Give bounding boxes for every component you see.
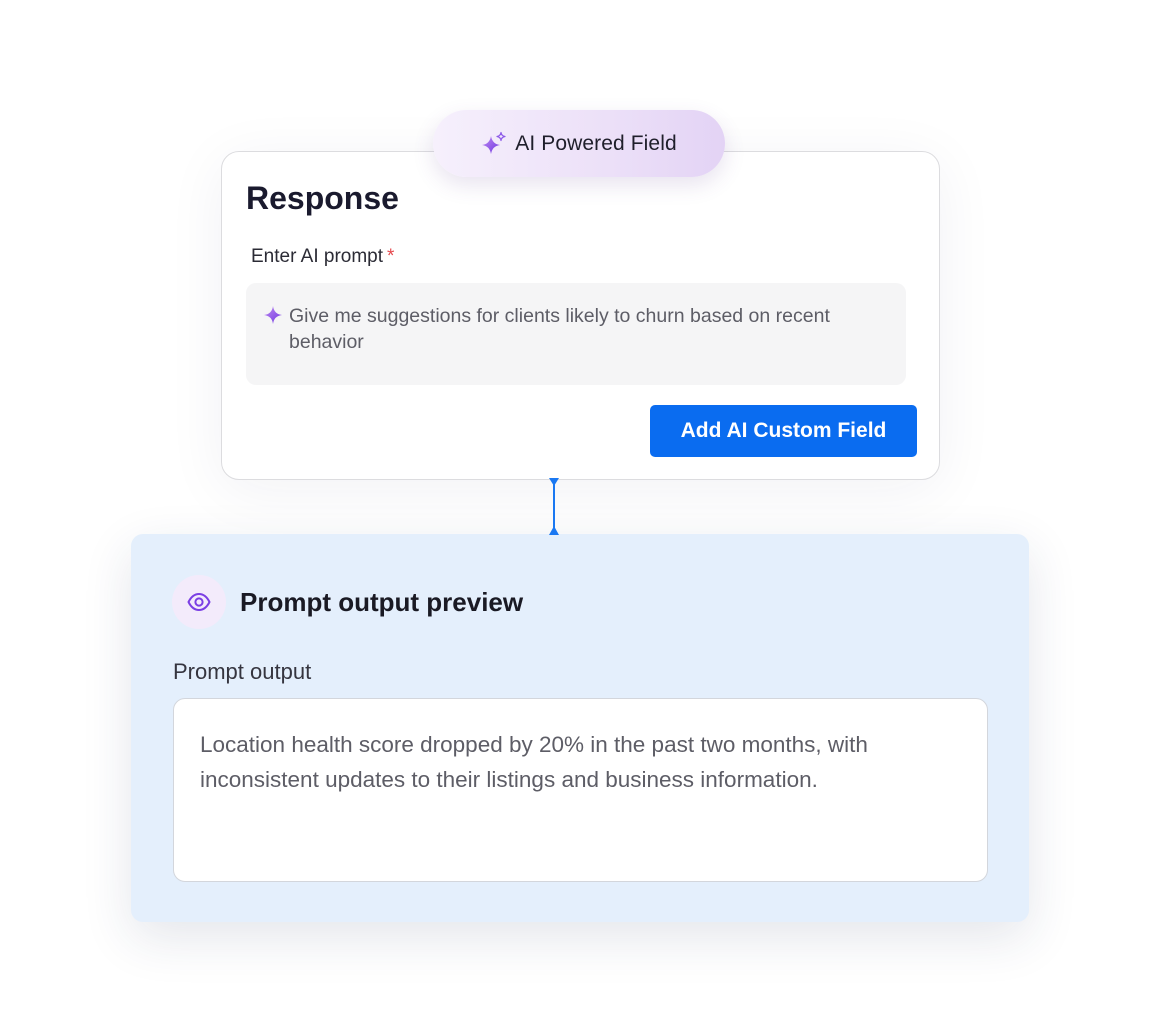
preview-icon-badge (172, 575, 226, 629)
add-ai-custom-field-button[interactable]: Add AI Custom Field (650, 405, 917, 457)
prompt-output-text: Location health score dropped by 20% in … (200, 732, 868, 792)
ai-powered-field-label: AI Powered Field (515, 131, 677, 155)
preview-title: Prompt output preview (240, 587, 524, 617)
sparkle-icon (264, 306, 282, 324)
sparkles-icon (482, 131, 506, 154)
response-title: Response (246, 180, 399, 216)
flow-connector (549, 478, 559, 535)
prompt-field-label: Enter AI prompt * (251, 246, 394, 268)
prompt-output-label: Prompt output (173, 659, 312, 684)
prompt-text: Give me suggestions for clients likely t… (289, 305, 830, 353)
ai-powered-field-badge: AI Powered Field (433, 110, 725, 177)
required-marker: * (387, 246, 395, 267)
response-card: Response Enter AI prompt * Give me sugges… (221, 151, 940, 480)
ai-prompt-input[interactable]: Give me suggestions for clients likely t… (246, 283, 906, 385)
prompt-output-textarea[interactable]: Location health score dropped by 20% in … (173, 698, 988, 882)
prompt-output-preview-panel: Prompt output preview Prompt output Loca… (131, 534, 1029, 922)
eye-icon (187, 593, 211, 611)
prompt-label-text: Enter AI prompt (251, 246, 384, 267)
